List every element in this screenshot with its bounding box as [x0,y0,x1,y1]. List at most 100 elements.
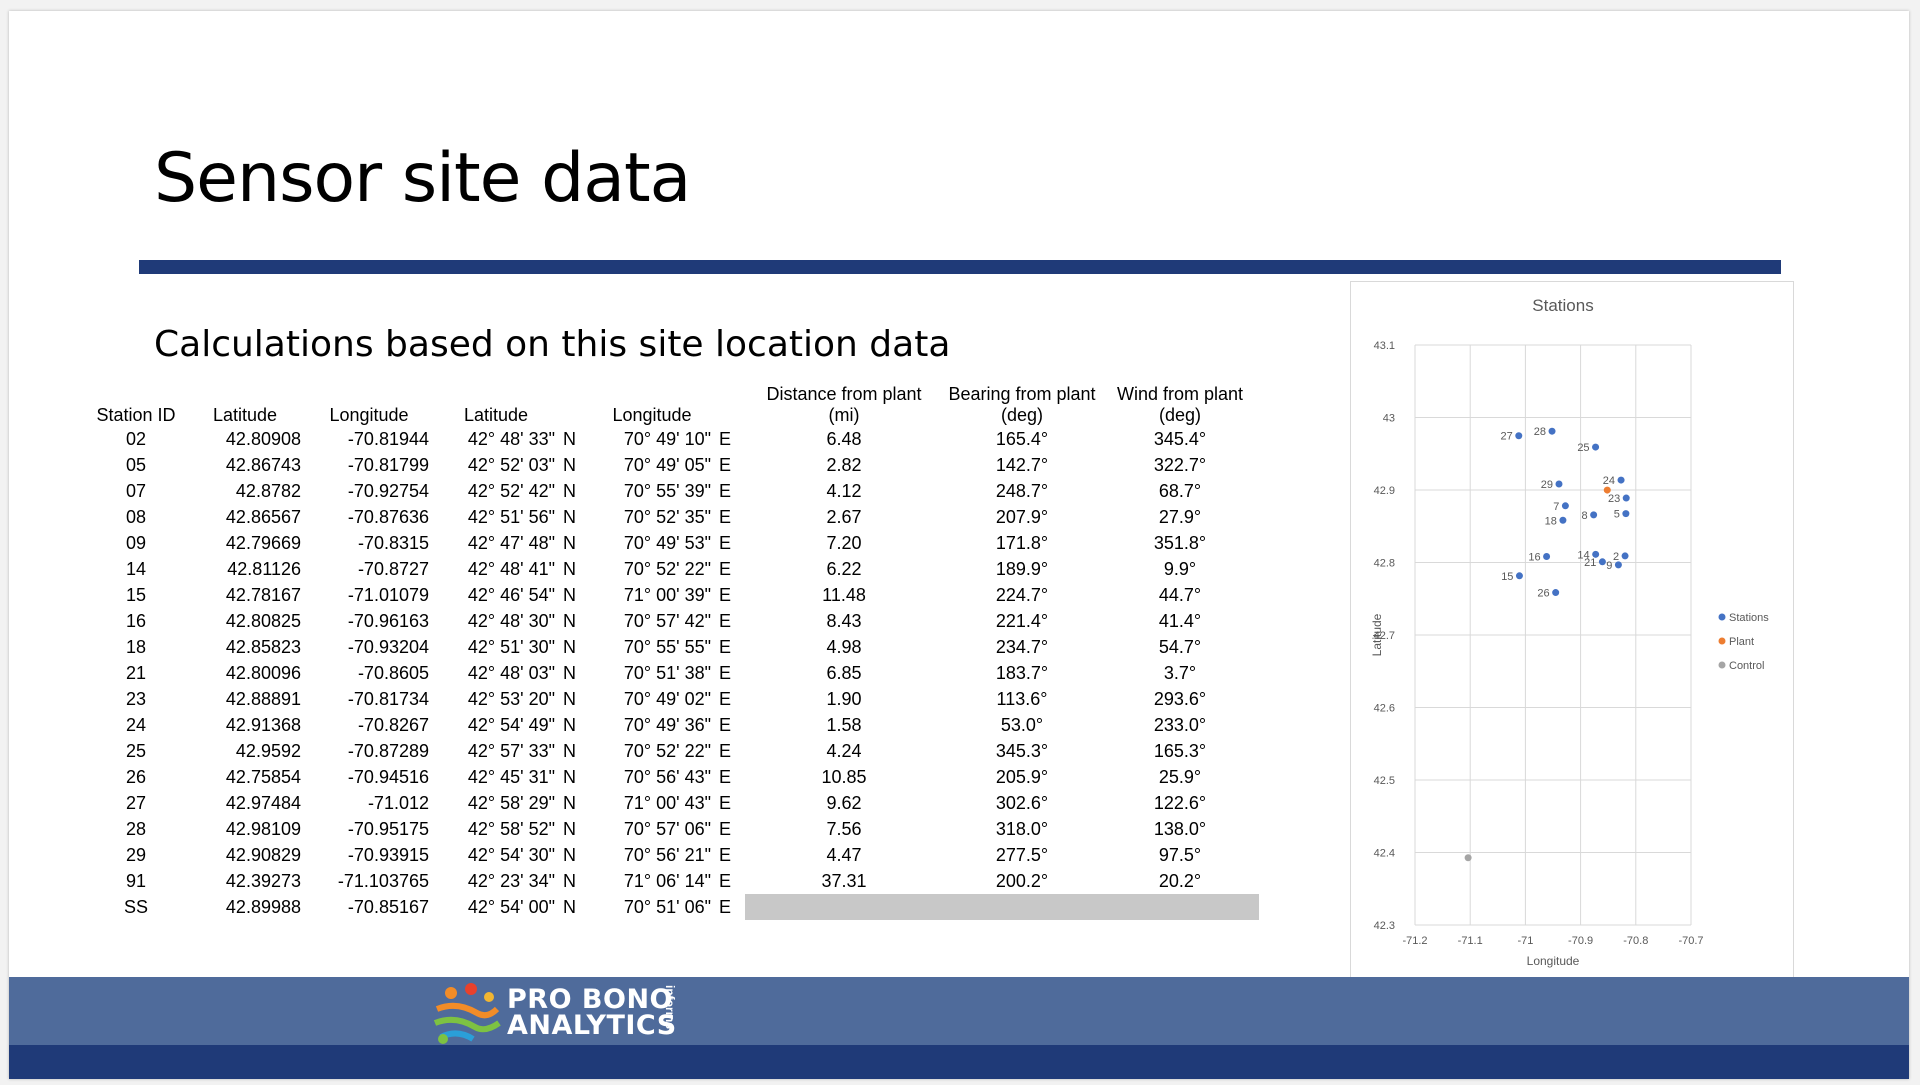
cell-distance: 7.56 [826,818,862,839]
cell-latitude-dms: 42° 51' 56" [467,506,555,527]
cell-ns: N [563,480,576,501]
cell-longitude-dms: 70° 56' 21" [623,844,711,865]
cell-wind: 97.5° [1158,844,1202,865]
cell-ns: N [563,662,576,683]
cell-ew: E [719,558,732,579]
cell-ew: E [719,662,732,683]
cell-wind: 293.6° [1153,688,1207,709]
legend-marker-plant [1718,637,1726,645]
scatter-point-stations [1617,476,1625,484]
x-tick-label: -71.1 [1458,935,1483,947]
scatter-point-stations [1515,432,1523,440]
cell-ns: N [563,896,576,917]
cell-latitude-dms: 42° 23' 34" [467,870,555,891]
cell-wind: 351.8° [1153,532,1207,553]
table-row: 16 42.80825 -70.96163 42° 48' 30" N 70° 57' 4… [87,608,1259,634]
cell-latitude-dms: 42° 58' 52" [467,818,555,839]
point-label: 16 [1528,552,1540,564]
cell-longitude-dms: 70° 51' 38" [623,662,711,683]
cell-ew: E [719,740,732,761]
legend-marker-control [1718,661,1726,669]
cell-latitude: 42.97484 [225,792,301,813]
header-wind: Wind from plant (deg) [1101,384,1259,426]
cell-longitude-dms: 70° 57' 42" [623,610,711,631]
cell-latitude-dms: 42° 54' 00" [467,896,555,917]
cell-station-id: 23 [125,688,147,709]
y-tick-label: 43.1 [1374,340,1395,352]
cell-distance: 6.85 [826,662,862,683]
y-tick-label: 42.5 [1374,775,1395,787]
cell-latitude-dms: 42° 48' 41" [467,558,555,579]
cell-longitude: -70.95175 [347,818,429,839]
table-row: 18 42.85823 -70.93204 42° 51' 30" N 70° 55' 5… [87,634,1259,660]
cell-ew: E [719,896,732,917]
cell-wind: 41.4° [1158,610,1202,631]
cell-longitude: -70.94516 [347,766,429,787]
header-bearing-line2: (deg) [1000,405,1044,425]
cell-wind: 44.7° [1158,584,1202,605]
cell-latitude: 42.75854 [225,766,301,787]
cell-ew: E [719,714,732,735]
cell-distance: 7.20 [826,532,862,553]
cell-latitude: 42.78167 [225,584,301,605]
cell-ew: E [719,870,732,891]
cell-ew: E [719,766,732,787]
cell-latitude: 42.98109 [225,818,301,839]
cell-distance: 4.12 [826,480,862,501]
cell-bearing: 207.9° [995,506,1049,527]
cell-latitude: 42.79669 [225,532,301,553]
x-tick-label: -70.8 [1623,935,1648,947]
cell-station-id: 07 [125,480,147,501]
stations-chart-svg: Stations42.342.442.542.642.742.842.94343… [1370,296,1769,968]
cell-longitude-dms: 70° 52' 22" [623,558,711,579]
cell-latitude-dms: 42° 48' 30" [467,610,555,631]
cell-latitude: 42.80096 [225,662,301,683]
point-label: 2 [1613,551,1619,563]
table-row: 07 42.8782 -70.92754 42° 52' 42" N 70° 55' 39… [87,478,1259,504]
cell-distance: 9.62 [826,792,862,813]
cell-wind: 25.9° [1158,766,1202,787]
table-row: 05 42.86743 -70.81799 42° 52' 03" N 70° 49' 0… [87,452,1259,478]
legend-label-control: Control [1729,660,1764,672]
point-label: 24 [1603,475,1615,487]
cell-bearing [943,894,1101,920]
cell-ns: N [563,610,576,631]
cell-latitude: 42.81126 [227,558,301,579]
header-wind-line2: (deg) [1158,405,1202,425]
cell-distance: 11.48 [822,584,866,605]
point-label: 15 [1501,571,1513,583]
header-longitude: Longitude [329,405,409,425]
cell-station-id: 14 [125,558,147,579]
cell-station-id: 18 [125,636,147,657]
site-data-table: Station ID Latitude Longitude Latitude L… [87,384,1259,920]
scatter-point-stations [1515,572,1523,580]
cell-longitude: -71.012 [367,792,429,813]
cell-wind: 54.7° [1158,636,1202,657]
cell-distance: 2.67 [826,506,862,527]
cell-longitude-dms: 70° 55' 39" [623,480,711,501]
table-row: 26 42.75854 -70.94516 42° 45' 31" N 70° 56' 4… [87,764,1259,790]
chart-title: Stations [1532,296,1593,315]
cell-longitude-dms: 70° 51' 06" [623,896,711,917]
cell-ew: E [719,818,732,839]
cell-station-id: 09 [125,532,147,553]
cell-latitude: 42.86567 [225,506,301,527]
table-row: 15 42.78167 -71.01079 42° 46' 54" N 71° 00' 3… [87,582,1259,608]
cell-ew: E [719,792,732,813]
cell-latitude-dms: 42° 58' 29" [467,792,555,813]
footer-band [9,977,1909,1045]
scatter-point-plant [1603,486,1611,494]
logo-wordmark: PRO BONO ANALYTICS [507,986,677,1039]
cell-wind: 3.7° [1163,662,1197,683]
cell-latitude: 42.39273 [225,870,301,891]
cell-latitude: 42.9592 [235,740,301,761]
cell-station-id: 28 [125,818,147,839]
cell-distance: 6.48 [826,428,862,449]
cell-distance: 4.47 [826,844,862,865]
cell-longitude-dms: 70° 49' 02" [623,688,711,709]
footer-bottom-band [9,1045,1909,1079]
header-station-id: Station ID [96,405,176,425]
cell-latitude-dms: 42° 57' 33" [467,740,555,761]
y-tick-label: 42.4 [1374,848,1395,860]
cell-latitude-dms: 42° 47' 48" [467,532,555,553]
